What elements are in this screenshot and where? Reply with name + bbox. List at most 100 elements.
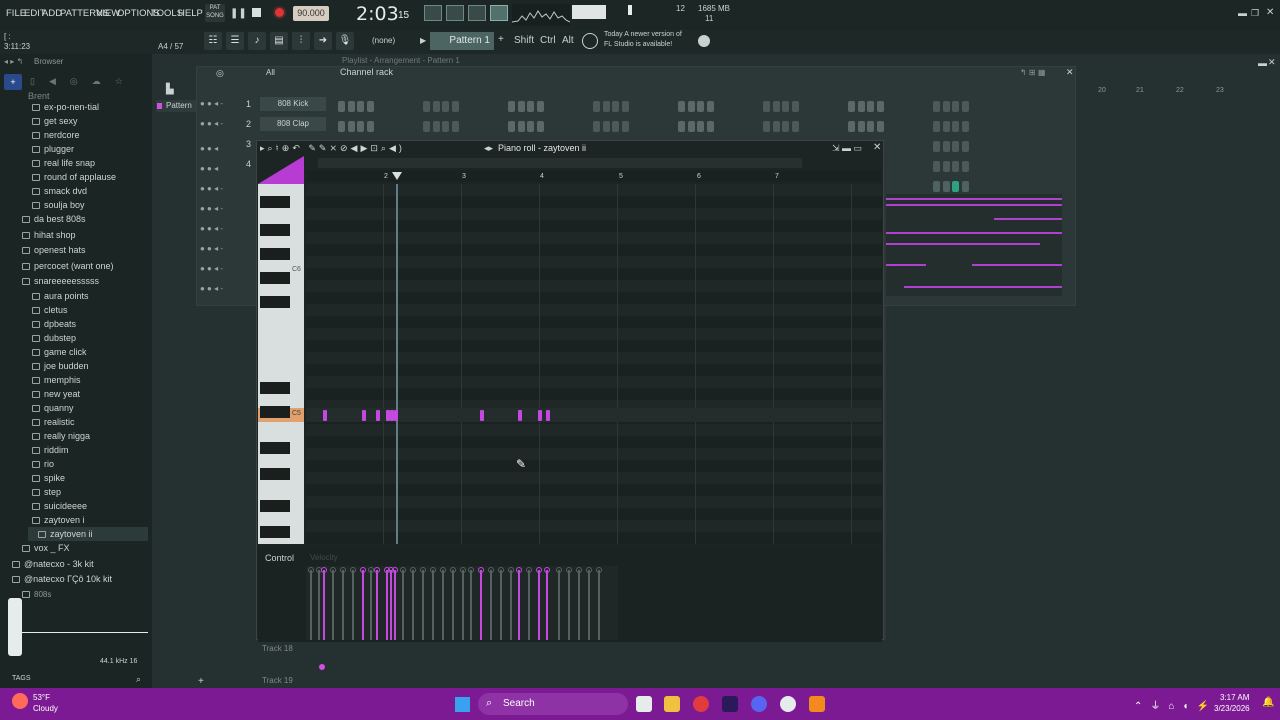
browser-item-soulja-boy[interactable]: soulja boy — [32, 198, 85, 212]
search-icon[interactable]: ⌕ — [136, 674, 141, 685]
pattern-selector[interactable]: Pattern 1 — [430, 32, 494, 50]
step-button[interactable] — [423, 101, 430, 112]
browser-icon[interactable]: ▤ — [270, 32, 288, 50]
velocity-bar[interactable] — [342, 570, 344, 640]
globe-icon[interactable] — [698, 35, 710, 47]
step-button[interactable] — [782, 121, 789, 132]
step-button[interactable] — [536, 121, 544, 132]
add-pattern-icon[interactable]: + — [498, 34, 504, 45]
step-button[interactable] — [517, 101, 525, 112]
note[interactable] — [480, 410, 484, 421]
pause-icon[interactable]: ❚❚ — [230, 8, 247, 19]
step-button[interactable] — [678, 101, 685, 112]
step-button[interactable] — [366, 121, 374, 132]
black-key[interactable] — [260, 224, 290, 236]
step-button[interactable] — [687, 121, 695, 132]
browser-item-dpbeats[interactable]: dpbeats — [32, 317, 76, 331]
black-key[interactable] — [260, 442, 290, 454]
step-button[interactable] — [952, 181, 959, 192]
browser-all-icon[interactable]: + — [4, 74, 22, 90]
browser-item-suicideeee[interactable]: suicideeee — [32, 499, 87, 513]
velocity-bar[interactable] — [442, 570, 444, 640]
velocity-bar[interactable] — [386, 570, 388, 640]
step-button[interactable] — [952, 161, 959, 172]
step-button[interactable] — [933, 181, 940, 192]
velocity-handle[interactable] — [340, 567, 346, 573]
black-key[interactable] — [260, 382, 290, 394]
velocity-bar[interactable] — [310, 570, 312, 640]
chrome-icon[interactable] — [780, 696, 796, 712]
snap-select[interactable]: (none) — [372, 36, 395, 45]
piano-roll-window-icons[interactable]: ⇲ ▬ ▭ — [832, 143, 862, 154]
note[interactable] — [546, 410, 550, 421]
velocity-bar[interactable] — [394, 570, 396, 640]
step-button[interactable] — [952, 141, 959, 152]
step-button[interactable] — [687, 101, 695, 112]
news-icon[interactable] — [582, 33, 598, 49]
step-button[interactable] — [621, 121, 629, 132]
step-button[interactable] — [952, 101, 959, 112]
metronome-icon[interactable] — [490, 5, 508, 21]
browser-item-new-yeat[interactable]: new yeat — [32, 387, 80, 401]
velocity-bar[interactable] — [480, 570, 482, 640]
channel-2-name[interactable]: 808 Clap — [260, 117, 326, 131]
velocity-bar[interactable] — [598, 570, 600, 640]
step-button[interactable] — [763, 101, 770, 112]
step-button[interactable] — [876, 101, 884, 112]
playlist-minimize-icon[interactable]: ▬ — [1258, 58, 1267, 68]
minimize-icon[interactable]: ▬ — [1238, 8, 1247, 18]
step-button[interactable] — [357, 121, 364, 132]
premiere-icon[interactable] — [722, 696, 738, 712]
velocity-handle[interactable] — [400, 567, 406, 573]
velocity-handle[interactable] — [308, 567, 314, 573]
browser-item-nerdcore[interactable]: nerdcore — [32, 128, 80, 142]
browser-item-quanny[interactable]: quanny — [32, 401, 74, 415]
step-button[interactable] — [536, 101, 544, 112]
step-button[interactable] — [848, 121, 855, 132]
black-key[interactable] — [260, 406, 290, 418]
typing-keyboard-icon[interactable] — [424, 5, 442, 21]
step-button[interactable] — [423, 121, 430, 132]
velocity-handle[interactable] — [478, 567, 484, 573]
step-button[interactable] — [706, 121, 714, 132]
velocity-handle[interactable] — [544, 567, 550, 573]
step-button[interactable] — [961, 181, 969, 192]
step-button[interactable] — [961, 101, 969, 112]
browser-item-smack-dvd[interactable]: smack dvd — [32, 184, 87, 198]
step-button[interactable] — [338, 121, 345, 132]
browser-folder-808s[interactable]: 808s — [22, 588, 51, 602]
browser-folder-natecxo-3k[interactable]: @natecxo - 3k kit — [12, 557, 94, 571]
browser-item-zaytoven-ii-selected[interactable]: zaytoven ii — [28, 527, 148, 541]
browser-item-round-of-applause[interactable]: round of applause — [32, 170, 116, 184]
channel-4-number[interactable]: 4 — [246, 159, 251, 169]
browser-item-spike[interactable]: spike — [32, 471, 65, 485]
step-button[interactable] — [867, 121, 874, 132]
velocity-handle[interactable] — [526, 567, 532, 573]
playlist-piano-icon[interactable]: ▙ — [166, 84, 174, 95]
step-button[interactable] — [961, 121, 969, 132]
browser-folder-da-best-808s[interactable]: da best 808s — [22, 212, 86, 226]
step-button[interactable] — [527, 101, 534, 112]
channel-2-number[interactable]: 2 — [246, 119, 251, 129]
black-key[interactable] — [260, 272, 290, 284]
velocity-bar[interactable] — [588, 570, 590, 640]
step-button[interactable] — [678, 121, 685, 132]
channel-controls-rest[interactable]: ● ● ◂ ● ● ◂ ● ● ◂ - ● ● ◂ - ● ● ◂ - ● ● ◂ - ● … — [200, 139, 223, 299]
browser-folder-hihat-shop[interactable]: hihat shop — [22, 228, 76, 242]
step-button[interactable] — [867, 101, 874, 112]
step-button[interactable] — [612, 121, 619, 132]
add-track-icon[interactable]: + — [198, 676, 204, 687]
velocity-bar[interactable] — [352, 570, 354, 640]
browser-item-memphis[interactable]: memphis — [32, 373, 81, 387]
step-button[interactable] — [857, 121, 865, 132]
piano-roll-ruler[interactable] — [306, 170, 882, 182]
velocity-handle[interactable] — [488, 567, 494, 573]
step-button[interactable] — [782, 101, 789, 112]
browser-item-riddim[interactable]: riddim — [32, 443, 69, 457]
step-button[interactable] — [347, 121, 355, 132]
file-explorer-icon[interactable] — [664, 696, 680, 712]
velocity-bar[interactable] — [568, 570, 570, 640]
weather-icon[interactable] — [12, 693, 28, 709]
browser-folder-openest-hats[interactable]: openest hats — [22, 243, 86, 257]
velocity-bar[interactable] — [470, 570, 472, 640]
